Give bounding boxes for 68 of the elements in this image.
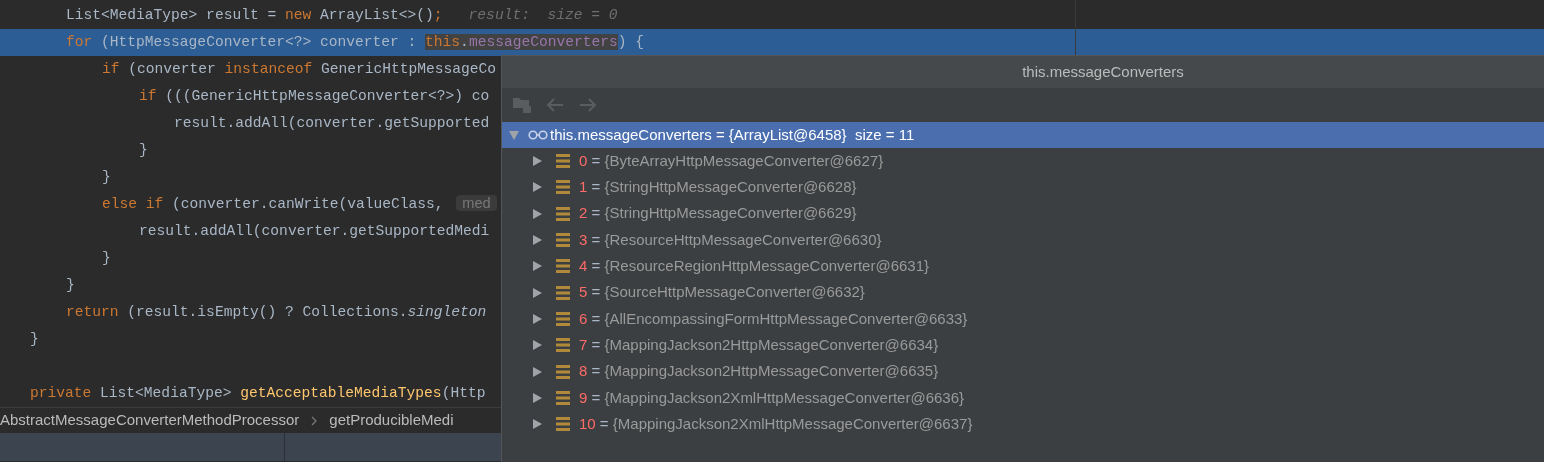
code-line: } xyxy=(139,140,148,160)
chevron-icon xyxy=(311,415,318,426)
tree-row[interactable]: 1 = {StringHttpMessageConverter@6628} xyxy=(502,174,1544,201)
collapsed-triangle-icon[interactable] xyxy=(531,155,543,168)
tree-row[interactable]: this.messageConverters = {ArrayList@6458} size = 11 xyxy=(502,122,1544,148)
variable-text: 5 = {SourceHttpMessageConverter@6632} xyxy=(579,282,865,303)
glasses-icon xyxy=(528,130,548,140)
collapsed-triangle-icon[interactable] xyxy=(531,391,543,404)
collapsed-triangle-icon[interactable] xyxy=(531,234,543,247)
variable-text: 6 = {AllEncompassingFormHttpMessageConverter@6633} xyxy=(579,308,968,329)
variable-text: 2 = {StringHttpMessageConverter@6629} xyxy=(579,203,857,224)
breadcrumb-item[interactable]: AbstractMessageConverterMethodProcessor xyxy=(0,409,300,432)
list-icon xyxy=(556,311,570,326)
code-line: else if (converter.canWrite(valueClass, med xyxy=(102,193,497,216)
variable-text: 9 = {MappingJackson2XmlHttpMessageConverter@6636} xyxy=(579,387,965,408)
list-icon xyxy=(556,285,570,300)
variable-text: 1 = {StringHttpMessageConverter@6628} xyxy=(579,177,857,198)
code-line: result.addAll(converter.getSupportedMedi xyxy=(139,221,490,241)
list-icon xyxy=(556,390,570,405)
collapsed-triangle-icon[interactable] xyxy=(531,207,543,220)
list-icon xyxy=(556,364,570,379)
code-line: return (result.isEmpty() ? Collections.singleton xyxy=(66,302,487,322)
tree-row[interactable]: 9 = {MappingJackson2XmlHttpMessageConverter@6636} xyxy=(502,384,1544,411)
list-icon xyxy=(556,233,570,248)
tree-row[interactable]: 2 = {StringHttpMessageConverter@6629} xyxy=(502,200,1544,227)
collapsed-triangle-icon[interactable] xyxy=(531,365,543,378)
list-icon xyxy=(556,417,570,432)
inline-value-hint: result: size = 0 xyxy=(468,6,618,23)
variable-text: 7 = {MappingJackson2HttpMessageConverter@6634} xyxy=(579,334,939,355)
list-icon xyxy=(556,180,570,195)
collapsed-triangle-icon[interactable] xyxy=(531,286,543,299)
tree-row[interactable]: 6 = {AllEncompassingFormHttpMessageConverter@6633} xyxy=(502,305,1544,333)
list-icon xyxy=(556,338,570,353)
tree-row[interactable]: 3 = {ResourceHttpMessageConverter@6630} xyxy=(502,226,1544,254)
code-line: } xyxy=(30,329,39,349)
list-icon xyxy=(556,154,570,169)
collapsed-triangle-icon[interactable] xyxy=(531,181,543,194)
usage-highlight: this.messageConverters xyxy=(425,33,618,50)
code-line: List<MediaType> result = new ArrayList<>(); result: size = 0 xyxy=(66,5,618,25)
code-line: } xyxy=(102,167,111,187)
code-line: if (((GenericHttpMessageConverter<?>) co xyxy=(139,86,490,106)
breadcrumb-item[interactable]: getProducibleMedi xyxy=(329,409,454,432)
collapsed-triangle-icon[interactable] xyxy=(531,339,543,352)
collapsed-triangle-icon[interactable] xyxy=(531,418,543,431)
collapsed-triangle-icon[interactable] xyxy=(531,312,543,325)
list-icon xyxy=(556,206,570,221)
code-line: private List<MediaType> getAcceptableMediaTypes(Http xyxy=(30,383,486,403)
code-line: } xyxy=(66,275,75,295)
code-line: result.addAll(converter.getSupported xyxy=(174,113,490,133)
variable-text: 4 = {ResourceRegionHttpMessageConverter@6631} xyxy=(579,256,930,277)
tree-row[interactable]: 5 = {SourceHttpMessageConverter@6632} xyxy=(502,279,1544,306)
variable-text: 10 = {MappingJackson2XmlHttpMessageConverter@6637} xyxy=(579,413,973,434)
variable-text: this.messageConverters = {ArrayList@6458} size = 11 xyxy=(550,124,915,145)
variable-text: 0 = {ByteArrayHttpMessageConverter@6627} xyxy=(579,150,884,171)
tree-row[interactable]: 4 = {ResourceRegionHttpMessageConverter@6631} xyxy=(502,253,1544,280)
variable-text: 8 = {MappingJackson2HttpMessageConverter@6635} xyxy=(579,361,939,382)
parameter-hint: med xyxy=(456,195,497,212)
code-line: for (HttpMessageConverter<?> converter : this.messageConverters) { xyxy=(66,32,645,52)
code-line: } xyxy=(102,248,111,268)
tree-row[interactable]: 10 = {MappingJackson2XmlHttpMessageConverter@6637} xyxy=(502,410,1544,438)
code-line: if (converter instanceof GenericHttpMessageCo xyxy=(102,59,497,79)
variable-text: 3 = {ResourceHttpMessageConverter@6630} xyxy=(579,229,882,250)
tree-row[interactable]: 7 = {MappingJackson2HttpMessageConverter@6634} xyxy=(502,332,1544,359)
list-icon xyxy=(556,259,570,274)
tree-row[interactable]: 8 = {MappingJackson2HttpMessageConverter@6635} xyxy=(502,358,1544,385)
popup-title: this.messageConverters xyxy=(1022,61,1184,82)
collapsed-triangle-icon[interactable] xyxy=(531,260,543,273)
tree-row[interactable]: 0 = {ByteArrayHttpMessageConverter@6627} xyxy=(502,148,1544,175)
